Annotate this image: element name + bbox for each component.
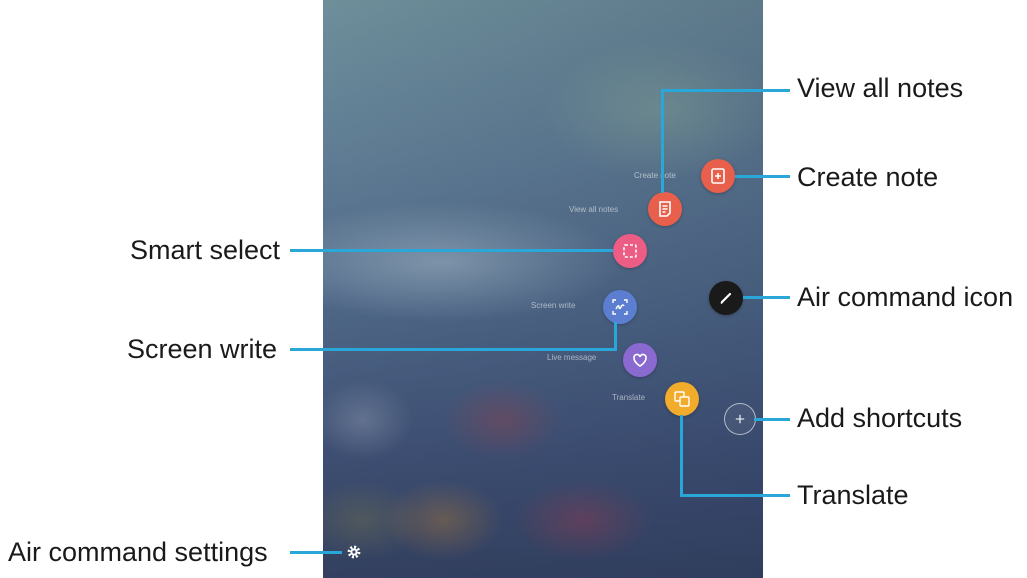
view-all-notes-button[interactable]: [648, 192, 682, 226]
leader-air-command-icon: [743, 296, 790, 299]
note-add-icon: [711, 168, 725, 184]
leader-view-all-notes-h: [661, 89, 790, 92]
leader-translate-h: [680, 494, 790, 497]
live-message-button[interactable]: [623, 343, 657, 377]
notes-list-icon: [659, 201, 671, 217]
gear-icon[interactable]: [346, 544, 362, 560]
leader-screen-write-h: [290, 348, 617, 351]
callout-translate: Translate: [797, 480, 909, 510]
translate-button[interactable]: [665, 382, 699, 416]
screen-shade: [323, 0, 763, 578]
smart-select-icon: [623, 244, 637, 258]
callout-smart-select: Smart select: [130, 235, 281, 265]
device-screen: Create note View all notes Screen write …: [323, 0, 763, 578]
heart-icon: [633, 353, 647, 367]
air-command-diagram: Create note View all notes Screen write …: [0, 0, 1027, 578]
callout-add-shortcuts: Add shortcuts: [797, 403, 963, 433]
plus-icon: [735, 414, 745, 424]
screen-write-button[interactable]: [603, 290, 637, 324]
leader-add-shortcuts: [754, 418, 790, 421]
pen-icon: [720, 292, 732, 305]
menu-label-create-note: Create note: [634, 171, 676, 180]
callout-air-command-icon: Air command icon: [797, 282, 1014, 312]
leader-screen-write-v: [614, 322, 617, 351]
menu-label-translate: Translate: [612, 393, 646, 402]
air-command-button[interactable]: [709, 281, 743, 315]
smart-select-button[interactable]: [613, 234, 647, 268]
callout-air-command-settings: Air command settings: [8, 537, 268, 567]
callout-view-all-notes: View all notes: [797, 73, 964, 103]
menu-label-live-message: Live message: [547, 353, 597, 362]
callout-screen-write: Screen write: [127, 334, 278, 364]
leader-air-command-settings: [290, 551, 342, 554]
menu-label-screen-write: Screen write: [531, 301, 576, 310]
create-note-button[interactable]: [701, 159, 735, 193]
leader-translate-v: [680, 415, 683, 497]
add-shortcuts-button[interactable]: [724, 403, 756, 435]
leader-create-note: [735, 175, 790, 178]
menu-label-view-all-notes: View all notes: [569, 205, 619, 214]
translate-icon: [674, 391, 690, 407]
leader-view-all-notes-v: [661, 89, 664, 193]
leader-smart-select: [290, 249, 613, 252]
screen-write-icon: [612, 299, 628, 315]
callout-create-note: Create note: [797, 162, 939, 192]
